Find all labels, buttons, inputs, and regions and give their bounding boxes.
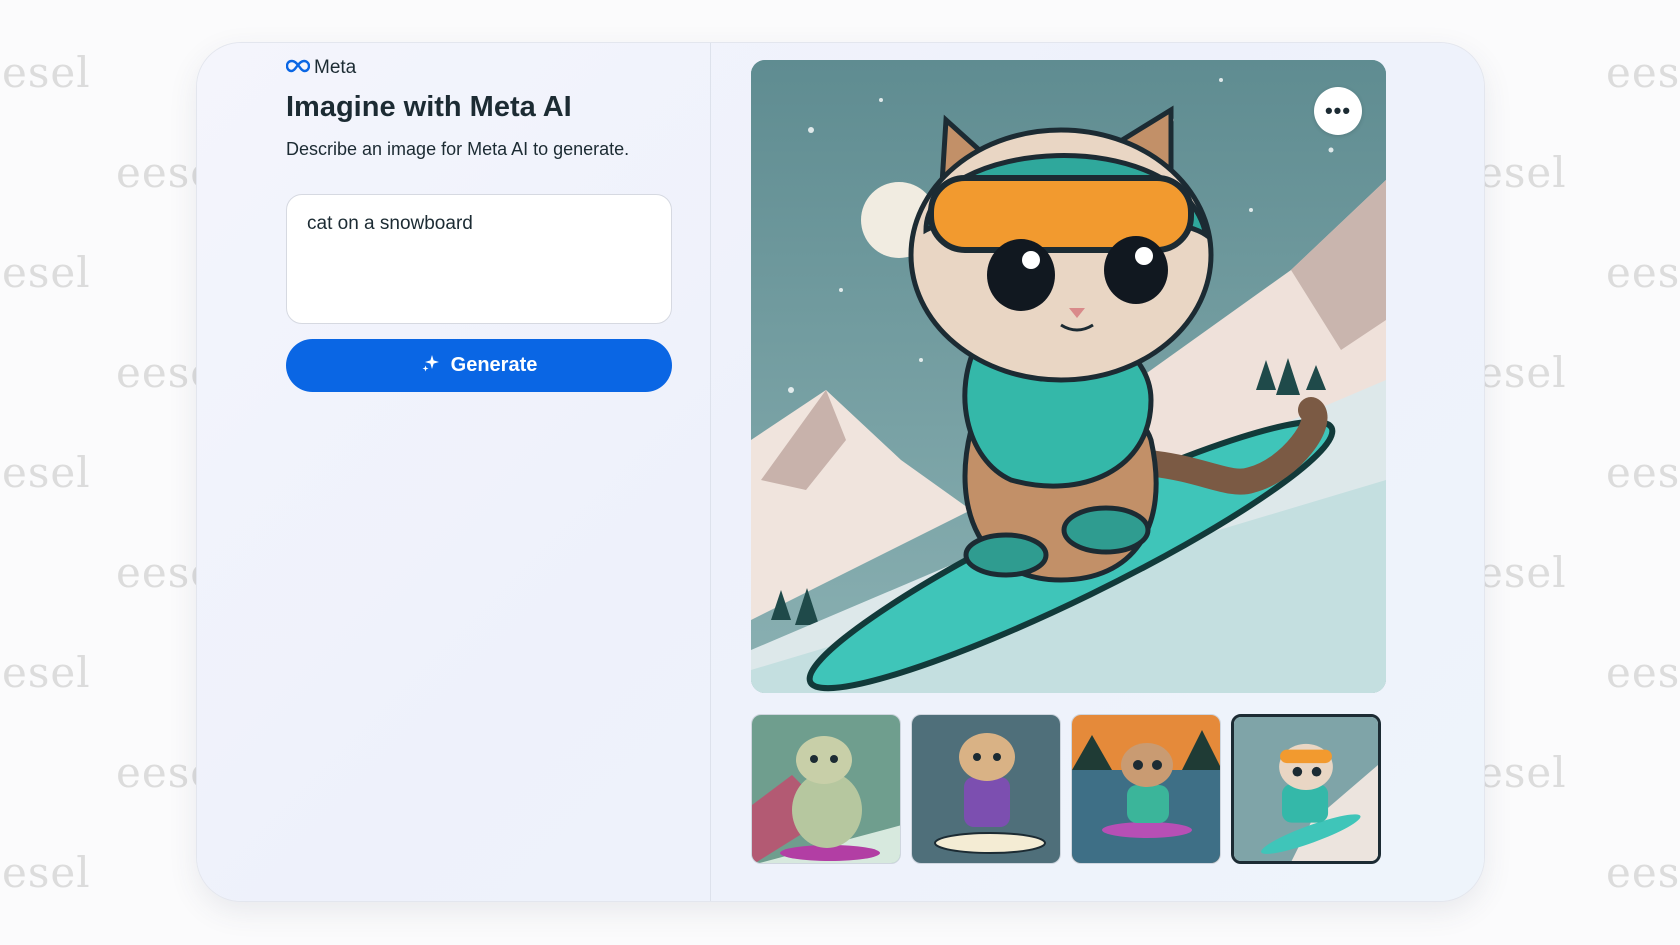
watermark: esel	[1478, 348, 1567, 397]
prompt-input[interactable]: cat on a snowboard	[286, 194, 672, 324]
watermark: eesel	[1606, 848, 1680, 897]
watermark: eesel	[1606, 448, 1680, 497]
more-options-button[interactable]: •••	[1314, 87, 1362, 135]
thumbnail-2[interactable]	[911, 714, 1061, 864]
watermark: esel	[1478, 548, 1567, 597]
watermark: eesel	[1606, 48, 1680, 97]
page-title: Imagine with Meta AI	[286, 91, 572, 123]
meta-brand: Meta	[285, 57, 357, 79]
generate-label: Generate	[450, 354, 538, 376]
watermark: esel	[1478, 148, 1567, 197]
watermark: esel	[2, 648, 91, 697]
watermark: esel	[2, 848, 91, 897]
thumbnail-1-image	[752, 715, 900, 863]
thumbnail-4[interactable]	[1231, 714, 1381, 864]
panel-divider	[710, 43, 711, 901]
generated-image[interactable]: •••	[751, 60, 1386, 693]
thumbnail-1[interactable]	[751, 714, 901, 864]
watermark: esel	[1478, 748, 1567, 797]
thumbnail-3[interactable]	[1071, 714, 1221, 864]
meta-infinity-icon	[285, 59, 311, 78]
watermark: esel	[2, 448, 91, 497]
thumbnail-3-image	[1072, 715, 1220, 863]
page-subtitle: Describe an image for Meta AI to generat…	[286, 139, 630, 159]
brand-label: Meta	[314, 57, 357, 78]
generate-button[interactable]: Generate	[286, 339, 672, 392]
watermark: eesel	[1606, 648, 1680, 697]
watermark: eesel	[1606, 248, 1680, 297]
watermark: esel	[2, 48, 91, 97]
thumbnail-4-image	[1234, 717, 1378, 861]
thumbnail-strip	[751, 714, 1381, 864]
thumbnail-2-image	[912, 715, 1060, 863]
imagine-card: Meta Imagine with Meta AI Describe an im…	[197, 43, 1484, 901]
cat-snowboard-illustration	[751, 60, 1386, 693]
more-horizontal-icon: •••	[1324, 98, 1352, 123]
watermark: esel	[2, 248, 91, 297]
sparkle-icon	[421, 353, 441, 379]
